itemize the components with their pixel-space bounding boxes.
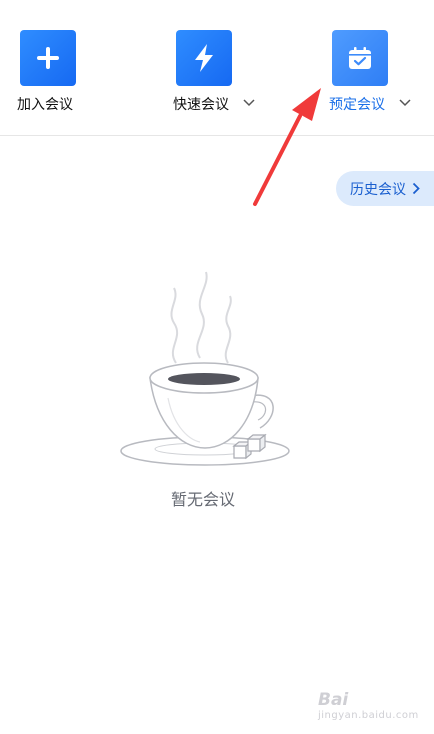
quick-meeting-label: 快速会议 xyxy=(173,97,229,113)
quick-meeting-button[interactable]: 快速会议 xyxy=(173,30,286,125)
history-meetings-label: 历史会议 xyxy=(350,181,406,198)
history-meetings-button[interactable]: 历史会议 xyxy=(336,171,434,206)
calendar-check-icon xyxy=(332,30,388,86)
watermark-logo: Bai xyxy=(318,690,349,710)
chevron-right-icon xyxy=(412,182,420,195)
chevron-down-icon[interactable] xyxy=(399,98,411,108)
toolbar-divider xyxy=(0,135,434,136)
schedule-meeting-label: 预定会议 xyxy=(329,97,385,113)
coffee-cup-icon xyxy=(120,271,290,466)
chevron-down-icon[interactable] xyxy=(243,98,255,108)
toolbar: 加入会议 快速会议 预定会议 xyxy=(0,0,434,135)
watermark: Bai jingyan.baidu.com xyxy=(318,690,418,726)
join-meeting-button[interactable]: 加入会议 xyxy=(17,30,130,125)
plus-icon xyxy=(20,30,76,86)
empty-state-text: 暂无会议 xyxy=(170,490,235,509)
watermark-site: jingyan.baidu.com xyxy=(318,710,419,721)
join-meeting-label: 加入会议 xyxy=(17,97,73,113)
lightning-icon xyxy=(176,30,232,86)
schedule-meeting-button[interactable]: 预定会议 xyxy=(329,30,434,125)
